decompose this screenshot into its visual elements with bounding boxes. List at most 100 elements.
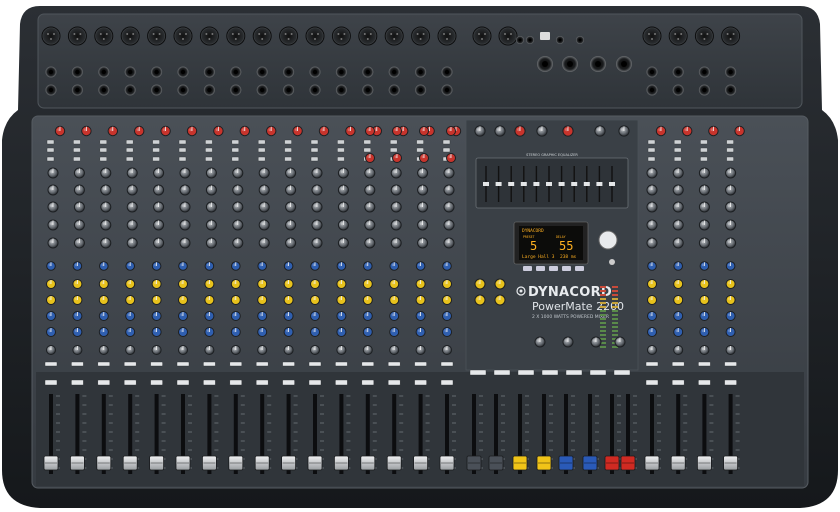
eq-knob[interactable] [73, 167, 85, 179]
solo-button[interactable] [229, 379, 243, 386]
eq-knob[interactable] [73, 201, 85, 213]
pad-button[interactable] [310, 139, 319, 145]
eq-knob[interactable] [390, 237, 402, 249]
fx-send-knob[interactable] [46, 279, 56, 289]
line-input-jack[interactable] [283, 66, 295, 78]
eq-knob[interactable] [390, 167, 402, 179]
eq-knob[interactable] [73, 184, 85, 196]
eq-knob[interactable] [364, 237, 376, 249]
line-input-jack[interactable] [362, 84, 374, 96]
eq-knob[interactable] [390, 219, 402, 231]
line-input-jack[interactable] [203, 66, 215, 78]
rca-jack[interactable] [576, 36, 584, 44]
eq-knob[interactable] [126, 219, 138, 231]
line-input-jack[interactable] [98, 66, 110, 78]
line-input-jack[interactable] [151, 66, 163, 78]
solo-button[interactable] [97, 379, 111, 386]
fx-send-knob[interactable] [442, 279, 452, 289]
eq-knob[interactable] [205, 219, 217, 231]
fx-return-knob[interactable] [474, 294, 486, 306]
master-send-knob[interactable] [590, 336, 602, 348]
insert-button[interactable] [700, 156, 708, 162]
fx-send-knob[interactable] [725, 295, 736, 305]
eq-knob[interactable] [285, 201, 297, 213]
fx-send-knob[interactable] [178, 295, 188, 305]
lowcut-button[interactable] [46, 147, 55, 153]
master-button[interactable] [541, 369, 559, 376]
eq-knob[interactable] [443, 237, 455, 249]
aux-knob[interactable] [72, 311, 83, 321]
fx-send-knob[interactable] [415, 279, 426, 289]
mute-button[interactable] [414, 361, 427, 367]
eq-knob[interactable] [311, 237, 323, 249]
aux-knob[interactable] [230, 311, 241, 321]
pad-button[interactable] [99, 139, 108, 145]
insert-button[interactable] [231, 156, 240, 162]
insert-button[interactable] [125, 156, 134, 162]
line-input-jack[interactable] [362, 66, 374, 78]
lowcut-button[interactable] [442, 147, 451, 153]
fx-send-knob[interactable] [178, 279, 188, 289]
line-input-jack[interactable] [698, 84, 710, 96]
eq-knob[interactable] [443, 201, 455, 213]
fx-send-knob[interactable] [362, 295, 373, 305]
pan-knob[interactable] [389, 345, 400, 355]
eq-knob[interactable] [153, 201, 165, 213]
aux-knob[interactable] [362, 327, 373, 337]
gain-knob[interactable] [213, 125, 224, 137]
insert-button[interactable] [73, 156, 81, 162]
insert-button[interactable] [99, 156, 108, 162]
eq-knob[interactable] [47, 237, 59, 249]
eq-knob[interactable] [179, 184, 191, 196]
line-input-jack[interactable] [124, 66, 136, 78]
pad-button[interactable] [390, 139, 398, 145]
insert-button[interactable] [674, 156, 682, 162]
fx-send-knob[interactable] [699, 295, 710, 305]
aux-knob[interactable] [98, 311, 109, 321]
fx-send-knob[interactable] [46, 295, 56, 305]
gain-knob[interactable] [365, 153, 375, 163]
solo-button[interactable] [724, 379, 737, 386]
eq-knob[interactable] [672, 184, 684, 196]
aux-knob[interactable] [725, 327, 736, 337]
eq-knob[interactable] [698, 167, 710, 179]
fx-send-knob[interactable] [389, 295, 400, 305]
line-input-jack[interactable] [672, 66, 684, 78]
line-input-jack[interactable] [672, 84, 684, 96]
pad-button[interactable] [700, 139, 708, 145]
lowcut-button[interactable] [337, 147, 345, 153]
solo-button[interactable] [203, 379, 216, 386]
master-knob[interactable] [494, 125, 506, 137]
line-input-jack[interactable] [151, 84, 163, 96]
fx-data-wheel[interactable] [598, 230, 618, 250]
eq-knob[interactable] [100, 167, 112, 179]
eq-knob[interactable] [443, 167, 455, 179]
gain-knob[interactable] [266, 125, 277, 137]
mic-input-xlr[interactable] [498, 26, 518, 46]
aux-knob[interactable] [725, 311, 736, 321]
aux-knob[interactable] [415, 311, 426, 321]
line-input-jack[interactable] [283, 84, 295, 96]
gain-knob[interactable] [446, 126, 456, 136]
power-amp-jack[interactable] [562, 56, 578, 72]
eq-knob[interactable] [153, 237, 165, 249]
eq-knob[interactable] [698, 201, 710, 213]
insert-button[interactable] [46, 156, 55, 162]
mic-input-xlr[interactable] [721, 26, 741, 46]
eq-knob[interactable] [100, 184, 112, 196]
line-input-jack[interactable] [45, 66, 57, 78]
fx-send-knob[interactable] [673, 279, 684, 289]
aux-knob[interactable] [310, 327, 320, 337]
eq-knob[interactable] [672, 237, 684, 249]
fx-send-knob[interactable] [699, 279, 710, 289]
fx-send-knob[interactable] [72, 295, 83, 305]
pan-knob[interactable] [98, 345, 109, 355]
eq-knob[interactable] [258, 201, 270, 213]
gain-knob[interactable] [81, 125, 92, 137]
mic-input-xlr[interactable] [437, 26, 457, 46]
fx-send-knob[interactable] [230, 295, 241, 305]
fx-send-knob[interactable] [283, 279, 294, 289]
aux-knob[interactable] [725, 261, 736, 271]
aux-knob[interactable] [257, 311, 268, 321]
eq-knob[interactable] [232, 201, 244, 213]
